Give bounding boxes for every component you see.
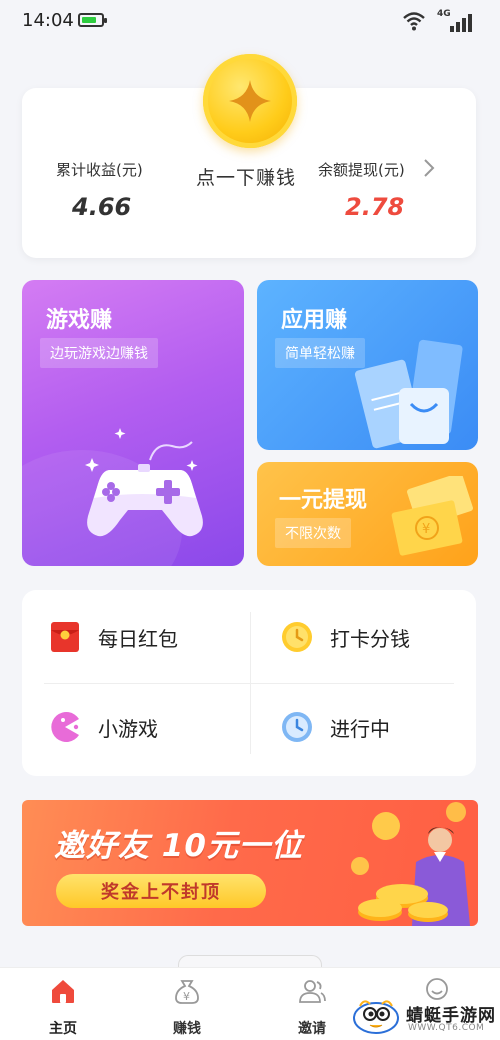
gold-coin-clock-icon	[282, 622, 312, 652]
chevron-right-icon[interactable]	[423, 158, 435, 178]
banknotes-icon: ¥	[391, 476, 473, 556]
game-earn-title: 游戏赚	[46, 308, 113, 333]
money-bag-icon: ¥	[175, 980, 199, 1004]
grid-item-label: 进行中	[330, 716, 390, 741]
watermark-url: WWW.QT6.COM	[408, 1023, 485, 1033]
tap-to-earn-label[interactable]: 点一下赚钱	[196, 163, 296, 190]
game-earn-tile[interactable]: 游戏赚 边玩游戏边赚钱	[22, 280, 244, 566]
checkin-share-money[interactable]: 打卡分钱	[280, 612, 480, 662]
feature-grid: 每日红包 打卡分钱 小游戏 进行中	[22, 590, 476, 776]
withdraw-title: 一元提现	[279, 488, 368, 513]
in-progress[interactable]: 进行中	[280, 702, 480, 752]
mini-games[interactable]: 小游戏	[48, 702, 248, 752]
tab-label: 赚钱	[173, 1021, 201, 1037]
tab-invite[interactable]: 邀请	[272, 976, 352, 1038]
daily-red-packet[interactable]: 每日红包	[48, 612, 248, 662]
signal-icon	[450, 12, 476, 32]
network-type: 4G	[437, 9, 451, 19]
app-earn-tile[interactable]: 应用赚 简单轻松赚	[257, 280, 478, 450]
grid-item-label: 每日红包	[98, 626, 178, 651]
pacman-icon	[51, 712, 79, 742]
ticket-bag-icon	[354, 339, 463, 449]
home-icon	[52, 980, 74, 1003]
grid-item-label: 打卡分钱	[330, 626, 410, 651]
tab-label: 邀请	[298, 1021, 326, 1037]
app-earn-title: 应用赚	[281, 308, 348, 333]
tab-home[interactable]: 主页	[23, 976, 103, 1038]
grid-item-label: 小游戏	[98, 716, 158, 741]
balance-withdraw-label[interactable]: 余额提现(元)	[318, 159, 405, 180]
battery-icon	[78, 13, 107, 27]
status-time: 14:04	[22, 10, 74, 31]
one-yuan-withdraw-tile[interactable]: 一元提现 不限次数 ¥	[257, 462, 478, 566]
tab-label: 主页	[49, 1021, 77, 1037]
withdraw-subtitle: 不限次数	[275, 518, 351, 548]
status-bar: 14:04 4G	[0, 0, 500, 44]
tab-earn[interactable]: ¥ 赚钱	[147, 976, 227, 1038]
tap-coin-button[interactable]	[203, 54, 297, 148]
people-icon	[299, 980, 326, 1003]
gamepad-icon	[85, 428, 203, 537]
red-envelope-icon	[51, 622, 79, 652]
invite-banner[interactable]: 邀好友 10元一位 奖金上不封顶	[22, 800, 478, 926]
banner-title: 邀好友 10元一位	[54, 828, 303, 864]
svg-text:¥: ¥	[183, 990, 190, 1003]
star-icon	[229, 80, 271, 122]
total-earnings-value: 4.66	[72, 193, 132, 221]
balance-value: 2.78	[345, 193, 405, 221]
banner-pill: 奖金上不封顶	[56, 874, 266, 908]
game-earn-subtitle: 边玩游戏边赚钱	[40, 338, 158, 368]
total-earnings-label: 累计收益(元)	[56, 161, 143, 179]
wifi-icon	[403, 12, 425, 31]
svg-text:¥: ¥	[422, 522, 430, 537]
clock-icon	[282, 712, 312, 742]
person-with-coins-illustration	[351, 802, 470, 926]
